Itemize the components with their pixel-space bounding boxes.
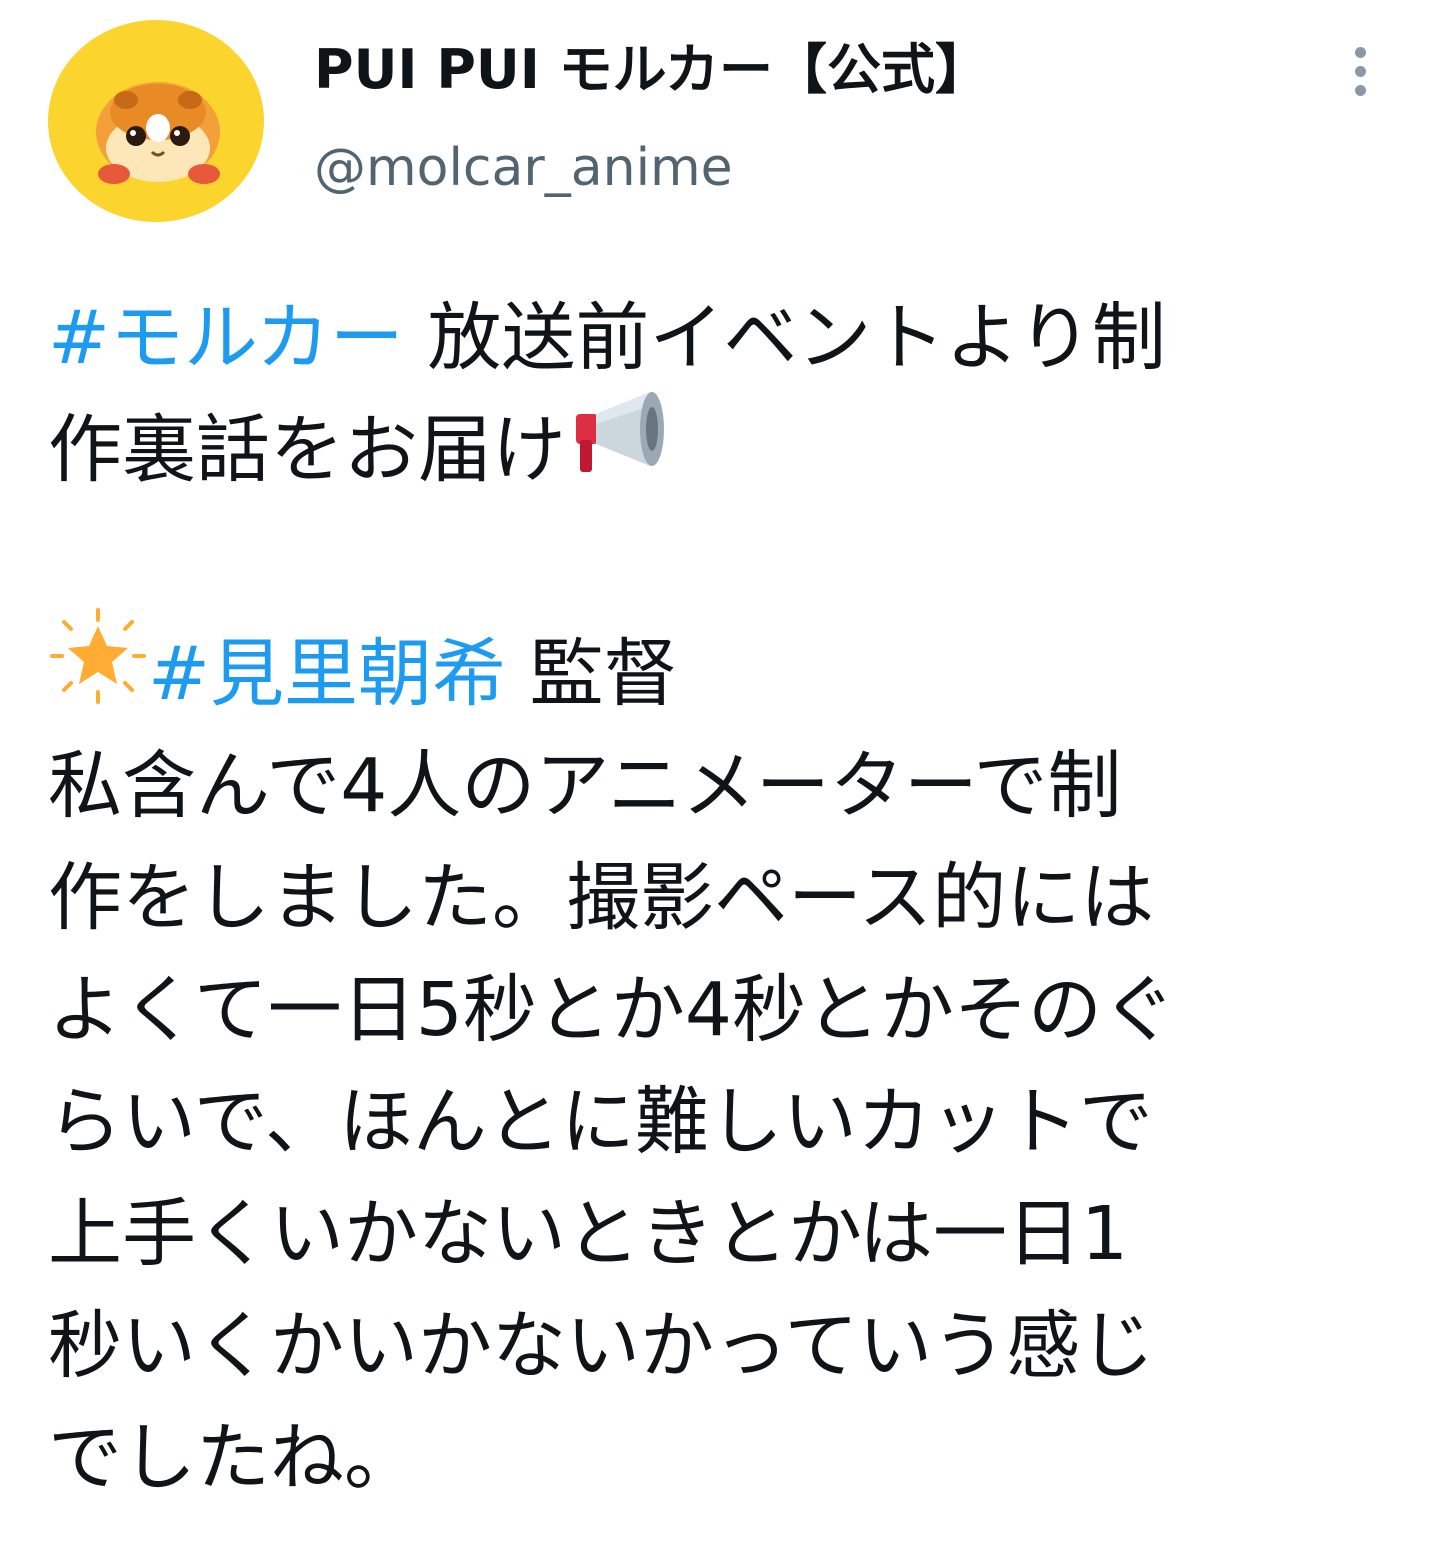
tweet-line: よくて一日5秒とか4秒とかそのぐ <box>48 967 1176 1053</box>
tweet-line: 上手くいかないときとかは一日1 <box>48 1191 1129 1277</box>
tweet-line: 私含んで4人のアニメーターで制 <box>48 743 1122 829</box>
tweet-text: #モルカー 放送前イベントより制 作裏話をお届け #見里朝希 監督 私含んで4人… <box>48 282 1408 1514</box>
glowing-star-icon <box>48 606 148 737</box>
tweet-line: 秒いくかいかないかっていう感じ <box>48 1303 1155 1389</box>
tweet-line: 作をしました。撮影ペース的には <box>48 855 1155 941</box>
more-dot-icon <box>1354 84 1366 96</box>
tweet-line: らいで、ほんとに難しいカットで <box>48 1079 1153 1165</box>
author-display-name[interactable]: PUI PUI モルカー【公式】 <box>314 38 989 102</box>
tweet-text-segment: 作裏話をお届け <box>48 407 566 493</box>
more-options-button[interactable] <box>1330 36 1390 106</box>
tweet-line: でしたね。 <box>48 1415 418 1501</box>
tweet-text-segment: 監督 <box>506 631 678 717</box>
author-handle[interactable]: @molcar_anime <box>314 136 733 200</box>
hashtag-link[interactable]: #モルカー <box>48 295 404 381</box>
tweet-line: #モルカー 放送前イベントより制 <box>48 282 1408 394</box>
tweet-header: PUI PUI モルカー【公式】 @molcar_anime <box>0 0 1440 240</box>
tweet-line: 作裏話をお届け <box>48 391 1408 506</box>
tweet-text-segment: 放送前イベントより制 <box>403 295 1166 381</box>
hashtag-link[interactable]: #見里朝希 <box>148 631 506 717</box>
more-dot-icon <box>1354 65 1366 77</box>
molcar-avatar-image <box>96 82 220 184</box>
megaphone-icon <box>566 386 670 509</box>
more-dot-icon <box>1354 46 1366 58</box>
avatar[interactable] <box>48 20 264 222</box>
tweet-line: #見里朝希 監督 <box>48 607 1408 730</box>
